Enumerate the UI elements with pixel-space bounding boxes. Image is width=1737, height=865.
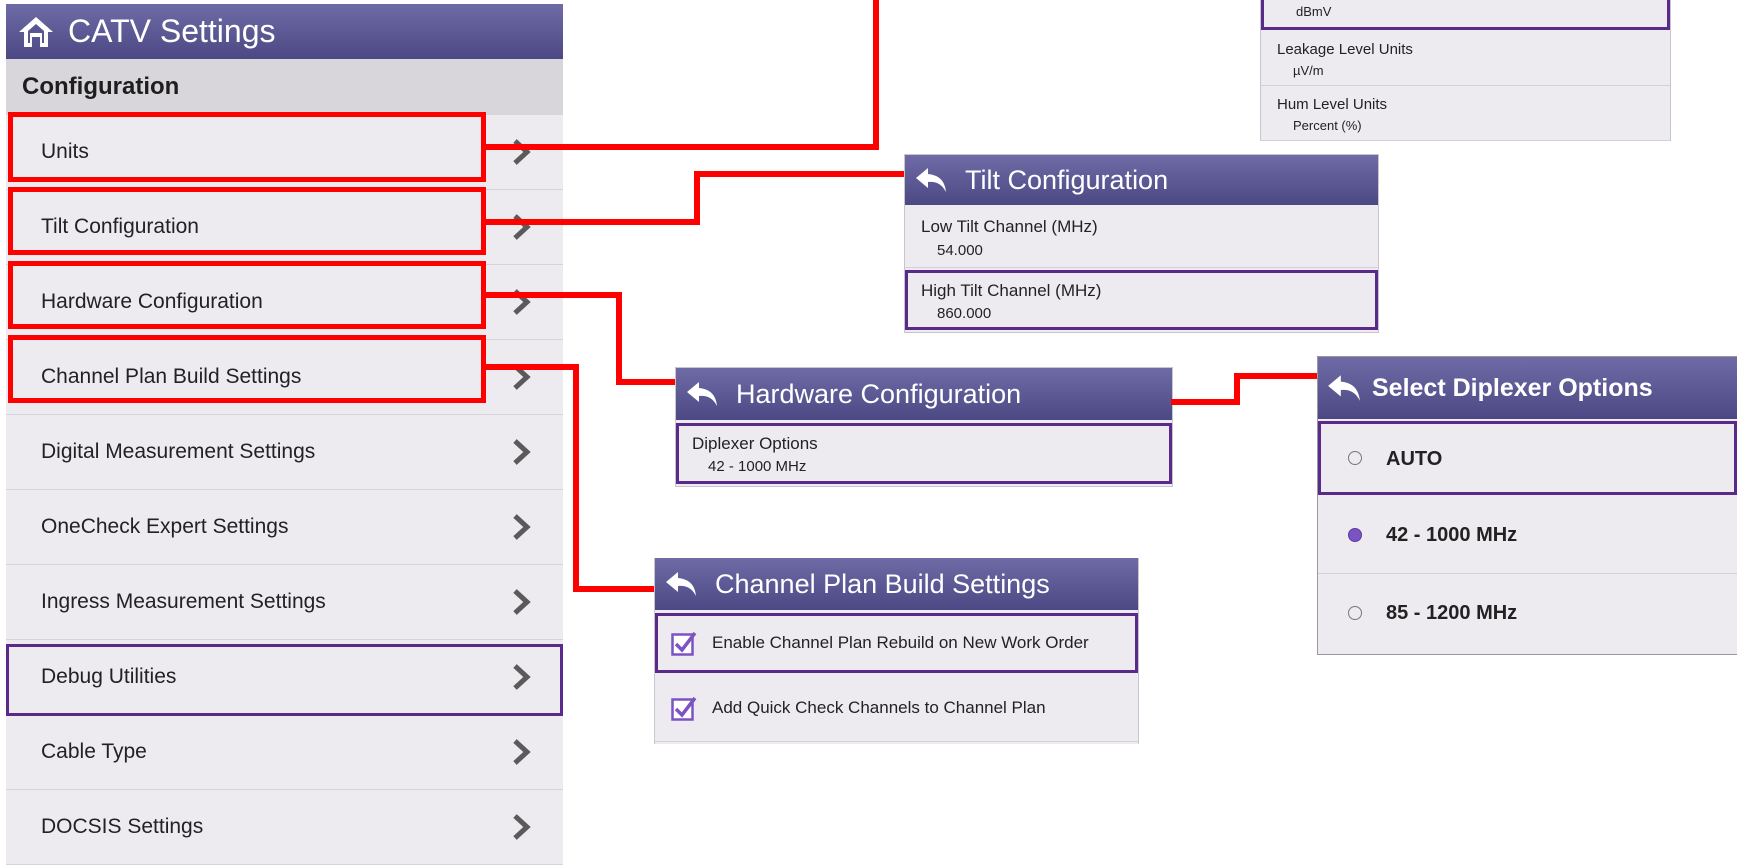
connector-tilt <box>486 171 904 225</box>
connector-diplexer <box>1171 373 1317 405</box>
connector-units <box>486 0 879 150</box>
callout-connectors <box>486 0 1317 592</box>
connector-channel-plan <box>486 364 654 592</box>
